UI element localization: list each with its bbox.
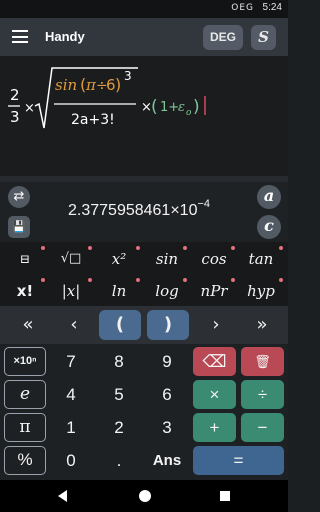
status-bar: OEG 5:24: [0, 0, 288, 18]
cursor-left-icon[interactable]: ‹: [54, 310, 94, 340]
s-button[interactable]: S: [251, 25, 276, 50]
cursor-end-icon[interactable]: »: [242, 310, 282, 340]
number-keypad: ×10ⁿ 7 8 9 ⌫ 🗑 e 4 5 6 × ÷ π 1 2 3 + − %…: [0, 344, 288, 480]
dot-icon: [41, 278, 45, 282]
percent-button[interactable]: %: [4, 446, 46, 475]
svg-text:1+: 1+: [160, 100, 179, 115]
dot-icon: [41, 246, 45, 250]
expression-render: 2 3 × sin ( π ÷ 6 ) 3 2a+3! × ( 1+ ε o ): [8, 67, 206, 129]
cube-exponent: 3: [124, 69, 132, 83]
exp10-button[interactable]: ×10ⁿ: [4, 347, 46, 376]
dot-icon: [183, 278, 187, 282]
fn-tan[interactable]: tan: [238, 244, 284, 274]
key-4[interactable]: 4: [50, 380, 92, 409]
multiply-button[interactable]: ×: [193, 380, 236, 409]
key-7[interactable]: 7: [50, 347, 92, 376]
svg-text:o: o: [186, 108, 192, 118]
dot-icon: [88, 246, 92, 250]
app-title: Handy: [45, 29, 85, 44]
frac-numerator: 2: [10, 86, 20, 104]
epsilon-text: ε: [178, 100, 185, 115]
dot-icon: [88, 278, 92, 282]
key-6[interactable]: 6: [146, 380, 188, 409]
angle-mode-button[interactable]: DEG: [203, 25, 243, 50]
home-icon[interactable]: [139, 490, 151, 502]
decimal-button[interactable]: .: [98, 446, 140, 475]
cursor-home-icon[interactable]: «: [8, 310, 48, 340]
back-icon[interactable]: [58, 490, 67, 502]
denominator-text: 2a+3!: [71, 112, 115, 128]
key-2[interactable]: 2: [98, 413, 140, 442]
menu-icon[interactable]: [12, 30, 28, 43]
c-button[interactable]: c: [257, 215, 281, 239]
dot-icon: [136, 278, 140, 282]
times-sign: ×: [24, 101, 35, 116]
expression-display[interactable]: 2 3 × sin ( π ÷ 6 ) 3 2a+3! × ( 1+ ε o ): [0, 56, 288, 176]
key-8[interactable]: 8: [98, 347, 140, 376]
clear-icon[interactable]: 🗑: [241, 347, 284, 376]
key-5[interactable]: 5: [98, 380, 140, 409]
dot-icon: [231, 278, 235, 282]
open-paren-button[interactable]: (: [99, 310, 141, 340]
dot-icon: [231, 246, 235, 250]
app-bar: Handy DEG S: [0, 18, 288, 56]
divide-button[interactable]: ÷: [241, 380, 284, 409]
dot-icon: [136, 246, 140, 250]
fn-hyp[interactable]: hyp: [238, 276, 284, 306]
cursor-right-icon[interactable]: ›: [196, 310, 236, 340]
dot-icon: [279, 246, 283, 250]
sin-text: sin: [55, 76, 77, 94]
key-pi[interactable]: π: [4, 413, 46, 442]
ans-button[interactable]: Ans: [146, 446, 188, 475]
result-area: ⇄ 💾 2.3775958461×10−4 a c: [0, 182, 288, 242]
status-time: 5:24: [262, 2, 282, 13]
result-value: 2.3775958461×10−4: [68, 198, 211, 219]
swap-icon[interactable]: ⇄: [8, 186, 30, 208]
key-9[interactable]: 9: [146, 347, 188, 376]
key-0[interactable]: 0: [50, 446, 92, 475]
key-1[interactable]: 1: [50, 413, 92, 442]
navigation-row: « ‹ ( ) › »: [0, 306, 288, 344]
dot-icon: [183, 246, 187, 250]
svg-text:): ): [193, 97, 200, 117]
function-keypad: ⊟ √□ x² sin cos tan x! |x| ln log nPr hy…: [0, 242, 288, 306]
system-navigation-bar: [0, 480, 288, 512]
dot-icon: [279, 278, 283, 282]
add-button[interactable]: +: [193, 413, 236, 442]
frac-denominator: 3: [10, 108, 20, 126]
svg-text:): ): [115, 75, 121, 94]
save-icon[interactable]: 💾: [8, 216, 30, 238]
key-e[interactable]: e: [4, 380, 46, 409]
status-badge: OEG: [231, 3, 254, 13]
equals-button[interactable]: =: [193, 446, 284, 475]
subtract-button[interactable]: −: [241, 413, 284, 442]
a-button[interactable]: a: [257, 185, 281, 209]
close-paren-button[interactable]: ): [147, 310, 189, 340]
key-3[interactable]: 3: [146, 413, 188, 442]
backspace-icon[interactable]: ⌫: [193, 347, 236, 376]
recents-icon[interactable]: [220, 491, 230, 501]
svg-text:(: (: [151, 97, 158, 117]
